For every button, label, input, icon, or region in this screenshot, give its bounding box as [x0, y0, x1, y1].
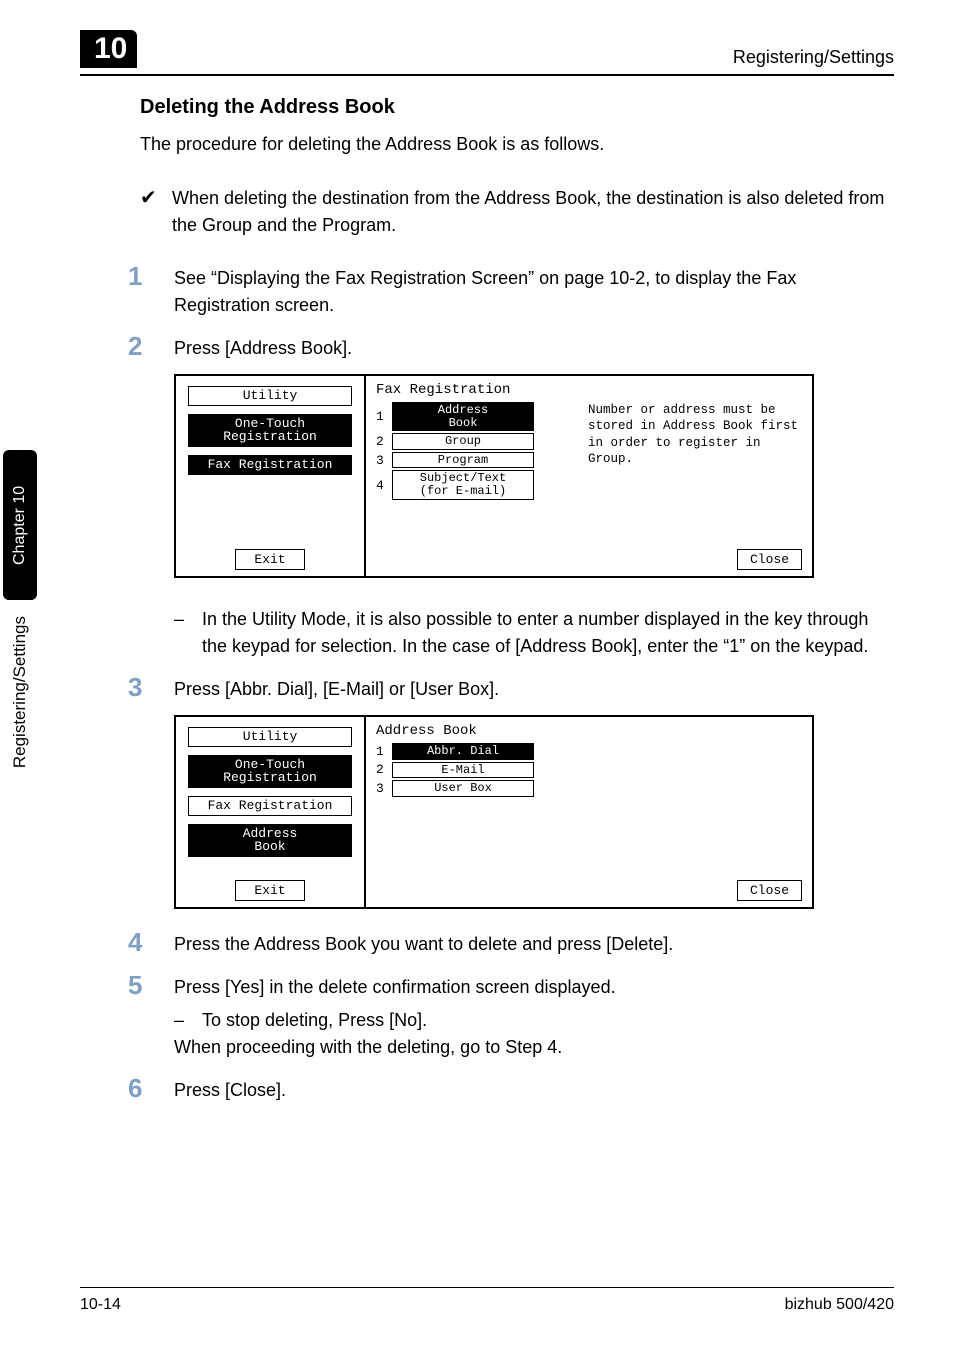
dash-icon: – [174, 1007, 202, 1034]
step-number-1: 1 [128, 261, 174, 319]
precondition-text: When deleting the destination from the A… [172, 185, 894, 239]
lcd2-onetouch-tab: One-Touch Registration [188, 755, 352, 788]
lcd1-address-book-button: Address Book [392, 402, 534, 431]
step-6-text: Press [Close]. [174, 1073, 286, 1104]
lcd2-email-button: E-Mail [392, 762, 534, 779]
checkmark-icon: ✔ [140, 185, 172, 239]
intro-paragraph: The procedure for deleting the Address B… [140, 131, 894, 157]
step-number-4: 4 [128, 927, 174, 958]
lcd1-item3-num: 3 [376, 453, 392, 468]
lcd2-faxreg-tab: Fax Registration [188, 796, 352, 816]
screenshot-address-book: Utility One-Touch Registration Fax Regis… [174, 715, 814, 909]
lcd1-item1-num: 1 [376, 409, 392, 424]
lcd2-utility-tab: Utility [188, 727, 352, 747]
lcd2-close-button: Close [737, 880, 802, 901]
step-number-5: 5 [128, 970, 174, 1061]
lcd2-item3-num: 3 [376, 781, 392, 796]
lcd1-item2-num: 2 [376, 434, 392, 449]
section-heading: Deleting the Address Book [140, 96, 894, 119]
step-2-note: In the Utility Mode, it is also possible… [202, 606, 894, 660]
lcd2-item1-num: 1 [376, 744, 392, 759]
footer-page-number: 10-14 [80, 1296, 121, 1314]
lcd2-item2-num: 2 [376, 762, 392, 777]
lcd1-close-button: Close [737, 549, 802, 570]
footer-rule [80, 1287, 894, 1288]
step-5-tail: When proceeding with the deleting, go to… [174, 1034, 616, 1061]
running-head: Registering/Settings [733, 47, 894, 68]
lcd1-message: Number or address must be stored in Addr… [588, 402, 802, 467]
lcd1-utility-tab: Utility [188, 386, 352, 406]
step-5-note: To stop deleting, Press [No]. [202, 1007, 427, 1034]
chapter-number-badge: 10 [80, 30, 137, 68]
lcd1-exit-button: Exit [235, 549, 304, 570]
step-2-text: Press [Address Book]. [174, 331, 352, 362]
lcd1-group-button: Group [392, 433, 534, 450]
footer-model: bizhub 500/420 [785, 1296, 894, 1314]
lcd1-item4-num: 4 [376, 478, 392, 493]
lcd2-userbox-button: User Box [392, 780, 534, 797]
header-rule [80, 74, 894, 76]
lcd1-onetouch-tab: One-Touch Registration [188, 414, 352, 447]
lcd2-title: Address Book [376, 723, 802, 739]
step-5-text: Press [Yes] in the delete confirmation s… [174, 974, 616, 1001]
lcd1-faxreg-tab: Fax Registration [188, 455, 352, 475]
lcd1-program-button: Program [392, 452, 534, 469]
step-number-6: 6 [128, 1073, 174, 1104]
screenshot-fax-registration: Utility One-Touch Registration Fax Regis… [174, 374, 814, 578]
lcd2-addressbook-tab: Address Book [188, 824, 352, 857]
lcd2-abbr-dial-button: Abbr. Dial [392, 743, 534, 760]
step-1-text: See “Displaying the Fax Registration Scr… [174, 261, 894, 319]
dash-icon: – [174, 606, 202, 660]
side-tab-label: Registering/Settings [10, 616, 30, 768]
step-4-text: Press the Address Book you want to delet… [174, 927, 673, 958]
lcd1-subject-button: Subject/Text (for E-mail) [392, 470, 534, 499]
step-number-2: 2 [128, 331, 174, 362]
side-tab-chapter: Chapter 10 [3, 450, 37, 600]
lcd2-exit-button: Exit [235, 880, 304, 901]
step-3-text: Press [Abbr. Dial], [E-Mail] or [User Bo… [174, 672, 499, 703]
step-number-3: 3 [128, 672, 174, 703]
lcd1-title: Fax Registration [376, 382, 802, 398]
